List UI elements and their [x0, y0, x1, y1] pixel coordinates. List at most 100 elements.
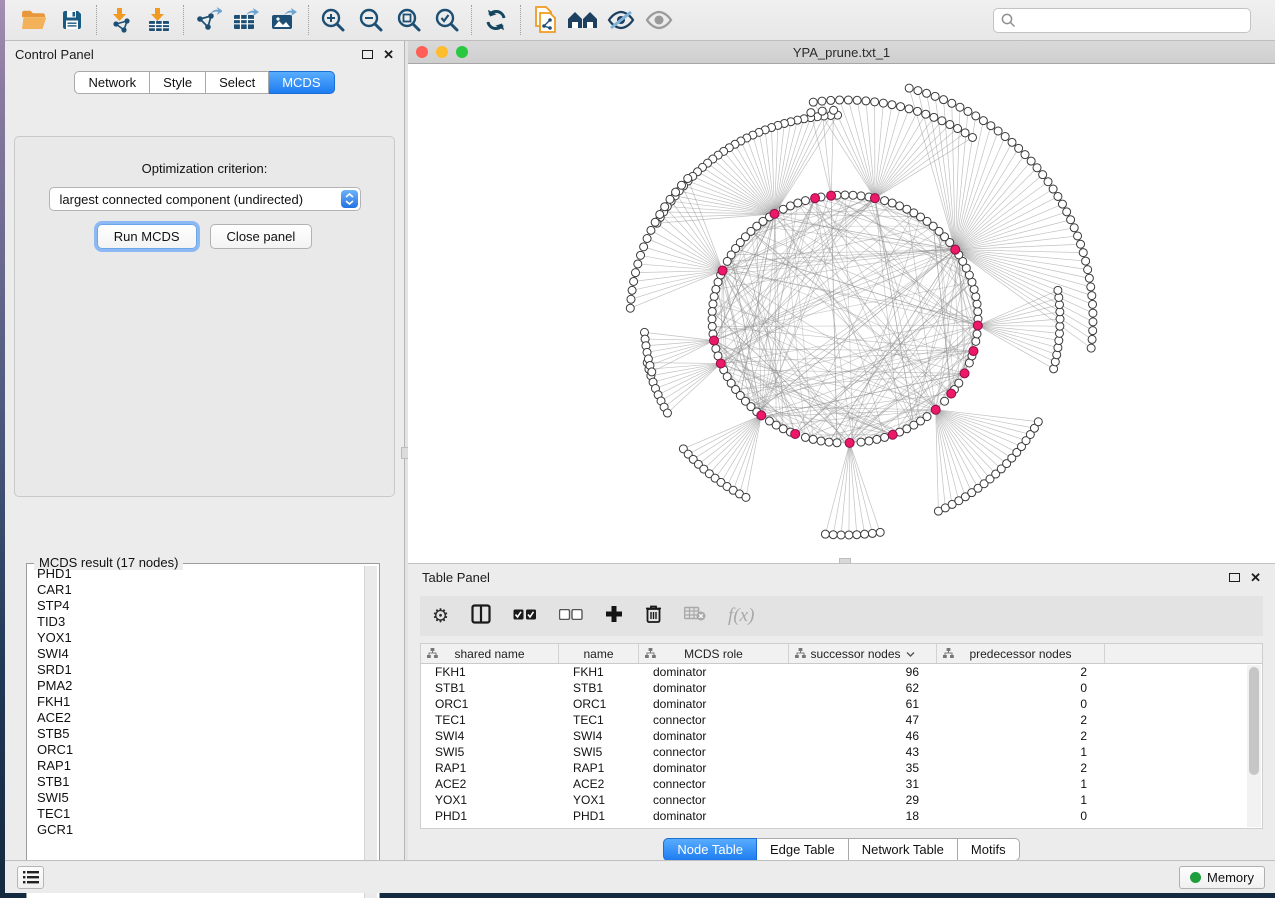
- leaf-node[interactable]: [684, 175, 692, 183]
- mcds-node-item[interactable]: RAP1: [29, 758, 363, 774]
- delete-row-icon[interactable]: [645, 604, 662, 628]
- node[interactable]: [794, 199, 802, 207]
- leaf-node[interactable]: [1054, 192, 1062, 200]
- table-row[interactable]: ORC1ORC1dominator610: [421, 696, 1262, 712]
- select-all-icon[interactable]: [513, 607, 537, 625]
- leaf-node[interactable]: [1021, 151, 1029, 159]
- mcds-node-item[interactable]: SWI5: [29, 790, 363, 806]
- table-row[interactable]: RAP1RAP1dominator352: [421, 760, 1262, 776]
- mcds-node-item[interactable]: STP4: [29, 598, 363, 614]
- scrollbar-thumb[interactable]: [1249, 667, 1259, 775]
- tab-motifs[interactable]: Motifs: [958, 838, 1020, 861]
- table-row[interactable]: STB1STB1dominator620: [421, 680, 1262, 696]
- mcds-hub-node[interactable]: [947, 389, 956, 398]
- mcds-node-item[interactable]: CAR1: [29, 582, 363, 598]
- export-table-icon[interactable]: [227, 3, 265, 37]
- leaf-node[interactable]: [1033, 164, 1041, 172]
- zoom-out-icon[interactable]: [352, 3, 390, 37]
- node[interactable]: [972, 337, 980, 345]
- search-input[interactable]: [1022, 13, 1243, 28]
- leaf-node[interactable]: [961, 129, 969, 137]
- node[interactable]: [841, 191, 849, 199]
- leaf-node[interactable]: [1089, 318, 1097, 326]
- mcds-node-item[interactable]: SWI4: [29, 646, 363, 662]
- node[interactable]: [710, 293, 718, 301]
- zoom-in-icon[interactable]: [314, 3, 352, 37]
- leaf-node[interactable]: [845, 531, 853, 539]
- tab-select[interactable]: Select: [206, 71, 269, 94]
- leaf-node[interactable]: [827, 96, 835, 104]
- tab-style[interactable]: Style: [150, 71, 206, 94]
- mcds-hub-node[interactable]: [811, 194, 820, 203]
- node[interactable]: [723, 257, 731, 265]
- leaf-node[interactable]: [1079, 249, 1087, 257]
- mcds-node-item[interactable]: STB1: [29, 774, 363, 790]
- leaf-node[interactable]: [930, 113, 938, 121]
- float-window-icon[interactable]: [362, 50, 373, 59]
- node[interactable]: [825, 438, 833, 446]
- table-row[interactable]: SWI4SWI4dominator462: [421, 728, 1262, 744]
- leaf-node[interactable]: [651, 218, 659, 226]
- leaf-node[interactable]: [1084, 266, 1092, 274]
- export-image-icon[interactable]: [265, 3, 303, 37]
- leaf-node[interactable]: [661, 203, 669, 211]
- mcds-node-item[interactable]: TEC1: [29, 806, 363, 822]
- leaf-node[interactable]: [1058, 200, 1066, 208]
- leaf-node[interactable]: [844, 96, 852, 104]
- network-titlebar[interactable]: YPA_prune.txt_1: [408, 41, 1275, 64]
- leaf-node[interactable]: [830, 106, 838, 114]
- node[interactable]: [801, 197, 809, 205]
- mcds-hub-node[interactable]: [710, 336, 719, 345]
- mcds-node-item[interactable]: ACE2: [29, 710, 363, 726]
- mcds-node-item[interactable]: PHD1: [29, 566, 363, 582]
- leaf-node[interactable]: [628, 286, 636, 294]
- leaf-node[interactable]: [807, 109, 815, 117]
- leaf-node[interactable]: [626, 304, 634, 312]
- node[interactable]: [974, 308, 982, 316]
- mcds-node-item[interactable]: ORC1: [29, 742, 363, 758]
- network-canvas[interactable]: [408, 64, 1275, 563]
- table-scrollbar[interactable]: [1247, 665, 1261, 827]
- export-network-icon[interactable]: [189, 3, 227, 37]
- refresh-icon[interactable]: [477, 3, 515, 37]
- tab-node-table[interactable]: Node Table: [663, 838, 757, 861]
- mcds-node-item[interactable]: SRD1: [29, 662, 363, 678]
- leaf-node[interactable]: [1034, 418, 1042, 426]
- node[interactable]: [857, 192, 865, 200]
- optimization-dropdown[interactable]: largest connected component (undirected): [49, 187, 361, 211]
- node[interactable]: [857, 438, 865, 446]
- column-header-name[interactable]: name: [559, 644, 639, 663]
- close-panel-button[interactable]: Close panel: [210, 224, 313, 249]
- leaf-node[interactable]: [1085, 274, 1093, 282]
- leaf-node[interactable]: [862, 97, 870, 105]
- table-row[interactable]: FKH1FKH1dominator962: [421, 664, 1262, 680]
- leaf-node[interactable]: [956, 103, 964, 111]
- table-row[interactable]: PHD1PHD1dominator180: [421, 808, 1262, 824]
- leaf-node[interactable]: [836, 96, 844, 104]
- node[interactable]: [888, 199, 896, 207]
- leaf-node[interactable]: [637, 251, 645, 259]
- close-panel-icon[interactable]: ✕: [383, 48, 394, 61]
- mcds-hub-node[interactable]: [757, 411, 766, 420]
- leaf-node[interactable]: [634, 260, 642, 268]
- leaf-node[interactable]: [678, 181, 686, 189]
- leaf-node[interactable]: [897, 103, 905, 111]
- show-all-icon[interactable]: [640, 3, 678, 37]
- add-row-icon[interactable]: [605, 605, 623, 628]
- table-settings-icon[interactable]: ⚙: [432, 605, 449, 628]
- node[interactable]: [833, 439, 841, 447]
- node[interactable]: [973, 300, 981, 308]
- leaf-node[interactable]: [1027, 157, 1035, 165]
- tab-network[interactable]: Network: [74, 71, 150, 94]
- leaf-node[interactable]: [1089, 300, 1097, 308]
- column-header-successor-nodes[interactable]: successor nodes: [789, 644, 937, 663]
- float-window-icon[interactable]: [1229, 573, 1240, 582]
- leaf-node[interactable]: [871, 98, 879, 106]
- node[interactable]: [708, 322, 716, 330]
- node[interactable]: [809, 435, 817, 443]
- node[interactable]: [779, 205, 787, 213]
- mcds-hub-node[interactable]: [931, 405, 940, 414]
- leaf-node[interactable]: [922, 110, 930, 118]
- close-panel-icon[interactable]: ✕: [1250, 571, 1261, 584]
- leaf-node[interactable]: [1070, 224, 1078, 232]
